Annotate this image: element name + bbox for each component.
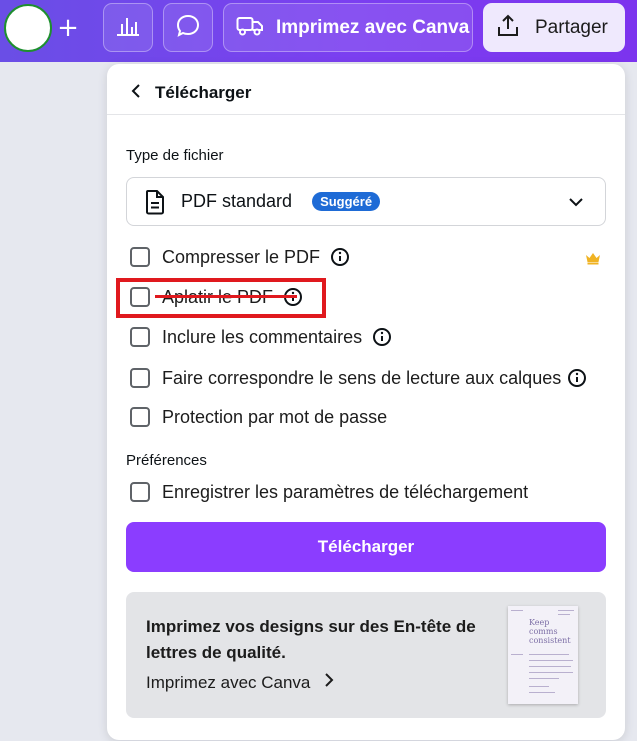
option-save-settings[interactable]: Enregistrer les paramètres de télécharge… [130,480,528,504]
comment-icon [175,13,201,43]
share-button-label: Partager [535,16,608,38]
file-type-label: Type de fichier [126,147,224,164]
option-reading-order[interactable]: Faire correspondre le sens de lecture au… [130,366,587,390]
compress-pdf-checkbox[interactable] [130,247,150,267]
print-with-canva-link[interactable]: Imprimez avec Canva [146,672,334,693]
download-panel: Télécharger Type de fichier PDF standard… [107,64,625,740]
print-promo-card[interactable]: Imprimez vos designs sur des En-tête de … [126,592,606,718]
panel-title: Télécharger [155,83,252,102]
comment-button[interactable] [163,3,213,52]
document-icon [145,189,165,215]
include-comments-checkbox[interactable] [130,327,150,347]
option-label: Faire correspondre le sens de lecture au… [162,367,562,388]
crown-icon [585,250,601,269]
promo-link-label: Imprimez avec Canva [146,672,311,692]
info-icon[interactable] [567,368,587,388]
back-chevron-icon[interactable] [129,83,143,103]
option-compress-pdf[interactable]: Compresser le PDF [130,245,350,269]
option-label: Protection par mot de passe [162,406,388,427]
option-label: Inclure les commentaires [162,326,363,347]
save-settings-checkbox[interactable] [130,482,150,502]
preferences-label: Préférences [126,452,207,469]
print-with-canva-button[interactable]: Imprimez avec Canva [223,3,473,52]
divider [107,114,625,115]
chevron-down-icon [567,193,585,211]
panel-header: Télécharger [129,82,251,104]
download-button[interactable]: Télécharger [126,522,606,572]
insights-button[interactable] [103,3,153,52]
avatar[interactable] [4,4,52,52]
chevron-right-icon [324,672,334,693]
share-button[interactable]: Partager [483,3,625,52]
share-upload-icon [495,13,521,43]
file-type-value: PDF standard [181,191,293,211]
info-icon[interactable] [372,327,392,347]
letterhead-thumbnail: Keep comms consistent [508,606,578,704]
top-toolbar: + Imprimez avec Canva Partager [0,0,637,62]
reading-order-checkbox[interactable] [130,368,150,388]
print-button-label: Imprimez avec Canva [276,16,470,38]
plus-icon[interactable]: + [50,8,86,48]
option-include-comments[interactable]: Inclure les commentaires [130,325,392,349]
option-label: Compresser le PDF [162,246,321,267]
option-password-protection[interactable]: Protection par mot de passe [130,405,387,429]
info-icon[interactable] [330,247,350,267]
option-label: Enregistrer les paramètres de télécharge… [162,481,529,502]
highlight-annotation [116,278,326,318]
stats-icon [115,15,141,41]
truck-icon [236,15,264,41]
suggested-badge: Suggéré [312,192,381,211]
password-protection-checkbox[interactable] [130,407,150,427]
thumbnail-text: Keep comms consistent [529,618,571,645]
promo-headline: Imprimez vos designs sur des En-tête de … [146,617,476,662]
file-type-select[interactable]: PDF standard Suggéré [126,177,606,226]
